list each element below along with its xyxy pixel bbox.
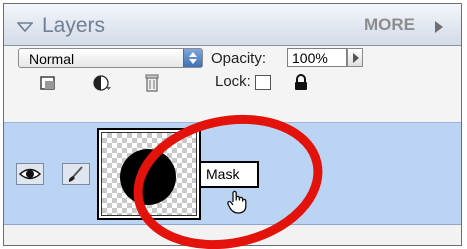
new-layer-icon[interactable]	[38, 72, 58, 94]
panel-header: Layers MORE	[4, 4, 461, 46]
opacity-slider-arrow-icon[interactable]	[347, 48, 363, 67]
layer-toolbar: Lock:	[4, 72, 461, 94]
hand-cursor-icon	[227, 190, 247, 214]
opacity-label: Opacity:	[211, 50, 267, 67]
blend-mode-value: Normal	[29, 51, 75, 67]
more-button[interactable]: MORE	[364, 15, 415, 35]
layer-row[interactable]: Mask	[4, 122, 461, 225]
more-arrow-icon[interactable]	[435, 21, 443, 33]
layers-panel: Layers MORE Normal Opacity: 100% Lock: M…	[3, 3, 462, 246]
layer-thumbnail[interactable]	[97, 128, 201, 220]
blend-mode-select[interactable]: Normal	[18, 48, 203, 68]
thumbnail-circle	[120, 149, 176, 205]
collapse-arrow-icon[interactable]	[17, 22, 33, 32]
transparency-checkerboard	[101, 132, 197, 216]
layer-name-input[interactable]: Mask	[199, 161, 259, 188]
visibility-toggle[interactable]	[16, 163, 44, 185]
blend-mode-stepper-icon[interactable]	[183, 49, 202, 67]
eye-icon	[18, 168, 42, 180]
blend-controls: Normal Opacity: 100%	[4, 46, 461, 70]
opacity-input[interactable]: 100%	[287, 48, 347, 67]
edit-layer-toggle[interactable]	[62, 163, 90, 185]
trash-icon[interactable]	[142, 72, 162, 94]
lock-transparency-icon[interactable]	[255, 75, 271, 90]
panel-title: Layers	[42, 14, 106, 37]
brush-icon	[68, 166, 83, 182]
layer-list-empty-area	[4, 225, 461, 245]
adjustment-layer-icon[interactable]	[92, 72, 112, 94]
lock-label: Lock:	[215, 73, 251, 90]
lock-all-icon[interactable]	[293, 74, 309, 91]
